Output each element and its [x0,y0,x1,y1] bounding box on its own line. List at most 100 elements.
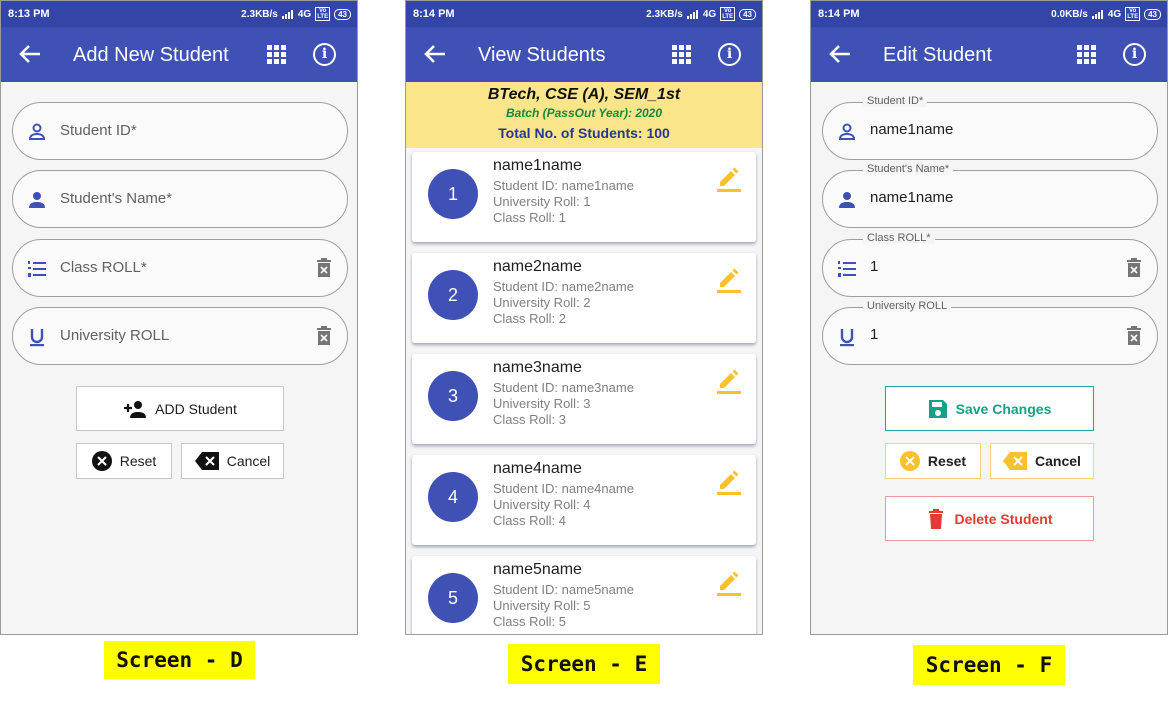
student-id-label: Student ID* [863,95,928,107]
volte-icon: Vo LTE [720,7,736,21]
info-icon[interactable]: i [718,43,741,66]
edit-pencil-icon[interactable] [716,570,742,596]
grid-menu-icon[interactable] [672,45,691,64]
signal-icon [281,9,294,19]
battery-level: 43 [739,8,756,20]
status-indicators: 0.0KB/s 4G Vo LTE 43 [1051,7,1161,21]
class-info-banner: BTech, CSE (A), SEM_1st Batch (PassOut Y… [406,82,762,148]
student-name: name5name [493,561,582,578]
student-card[interactable]: 2 name2name Student ID: name2name Univer… [412,253,756,343]
student-number-avatar: 1 [428,169,478,219]
student-id-field[interactable]: Student ID* [12,102,348,160]
screen-e-caption: Screen - E [508,644,660,684]
course-title: BTech, CSE (A), SEM_1st [487,86,681,103]
university-roll-text: University Roll: 2 [493,295,591,310]
status-bar: 8:14 PM 0.0KB/s 4G Vo LTE 43 [811,1,1167,27]
university-roll-placeholder: University ROLL [60,327,170,344]
student-card[interactable]: 4 name4name Student ID: name4name Univer… [412,455,756,545]
student-card[interactable]: 1 name1name Student ID: name1name Univer… [412,152,756,242]
back-arrow-icon[interactable] [424,44,446,64]
cancel-circle-icon [899,451,920,471]
edit-pencil-icon[interactable] [716,166,742,192]
phone-screen-d: 8:13 PM 2.3KB/s 4G Vo LTE 43 Add New Stud… [0,0,358,635]
network-type: 4G [702,8,717,20]
info-icon[interactable]: i [313,43,336,66]
clear-trash-icon[interactable] [1126,326,1142,346]
cancel-label: Cancel [226,453,271,469]
clear-trash-icon[interactable] [1126,258,1142,278]
university-roll-text: University Roll: 1 [493,194,591,209]
app-bar: Add New Student i [1,27,357,82]
reset-button[interactable]: Reset [885,443,981,479]
student-id-text: Student ID: name2name [493,279,634,294]
save-changes-button[interactable]: Save Changes [885,386,1094,431]
grid-menu-icon[interactable] [267,45,286,64]
student-name-field[interactable]: Student's Name* name1name [822,163,1158,228]
university-roll-label: University ROLL [863,300,952,312]
numbered-list-icon [838,261,856,277]
clear-trash-icon[interactable] [316,326,332,346]
page-title: View Students [478,44,606,66]
class-roll-placeholder: Class ROLL* [60,259,147,276]
backspace-icon [194,452,219,470]
network-type: 4G [297,8,312,20]
app-bar: Edit Student i [811,27,1167,82]
person-icon [839,192,855,208]
student-name: name1name [493,157,582,174]
network-speed: 0.0KB/s [1051,8,1088,20]
student-card[interactable]: 3 name3name Student ID: name3name Univer… [412,354,756,444]
student-name-value: name1name [870,189,954,206]
student-name: name2name [493,258,582,275]
cancel-button[interactable]: Cancel [181,443,284,479]
network-speed: 2.3KB/s [241,8,278,20]
student-id-text: Student ID: name4name [493,481,634,496]
delete-student-label: Delete Student [954,510,1053,527]
status-indicators: 2.3KB/s 4G Vo LTE 43 [646,7,756,21]
class-roll-field[interactable]: Class ROLL* [12,239,348,297]
signal-icon [686,9,699,19]
phone-screen-e: 8:14 PM 2.3KB/s 4G Vo LTE 43 View Student… [405,0,763,635]
add-student-button[interactable]: ADD Student [76,386,284,431]
edit-pencil-icon[interactable] [716,469,742,495]
student-card[interactable]: 5 name5name Student ID: name5name Univer… [412,556,756,634]
university-roll-value: 1 [870,326,879,343]
student-name: name4name [493,460,582,477]
person-outline-icon [28,123,46,140]
edit-pencil-icon[interactable] [716,368,742,394]
back-arrow-icon[interactable] [829,44,851,64]
status-time: 8:14 PM [818,8,860,20]
underline-u-icon [30,329,44,347]
info-icon[interactable]: i [1123,43,1146,66]
cancel-button[interactable]: Cancel [990,443,1094,479]
page-title: Add New Student [73,44,229,66]
numbered-list-icon [28,261,46,277]
signal-icon [1091,9,1104,19]
student-id-placeholder: Student ID* [60,122,137,139]
status-time: 8:13 PM [8,8,50,20]
screen-d-caption: Screen - D [104,641,255,679]
university-roll-field[interactable]: University ROLL [12,307,348,365]
class-roll-field[interactable]: Class ROLL* 1 [822,232,1158,297]
batch-year: Batch (PassOut Year): 2020 [505,106,663,120]
delete-student-button[interactable]: Delete Student [885,496,1094,541]
back-arrow-icon[interactable] [19,44,41,64]
student-number-avatar: 5 [428,573,478,623]
university-roll-field[interactable]: University ROLL 1 [822,300,1158,365]
edit-pencil-icon[interactable] [716,267,742,293]
phone-screen-f: 8:14 PM 0.0KB/s 4G Vo LTE 43 Edit Student… [810,0,1168,635]
grid-menu-icon[interactable] [1077,45,1096,64]
status-bar: 8:14 PM 2.3KB/s 4G Vo LTE 43 [406,1,762,27]
reset-button[interactable]: Reset [76,443,172,479]
student-id-value: name1name [870,121,954,138]
student-number-avatar: 4 [428,472,478,522]
reset-label: Reset [927,453,967,469]
volte-icon: Vo LTE [315,7,331,21]
student-id-field[interactable]: Student ID* name1name [822,95,1158,160]
network-speed: 2.3KB/s [646,8,683,20]
student-name-field[interactable]: Student's Name* [12,170,348,228]
university-roll-text: University Roll: 4 [493,497,591,512]
network-type: 4G [1107,8,1122,20]
clear-trash-icon[interactable] [316,258,332,278]
trash-icon [929,508,944,529]
class-roll-text: Class Roll: 2 [493,311,566,326]
